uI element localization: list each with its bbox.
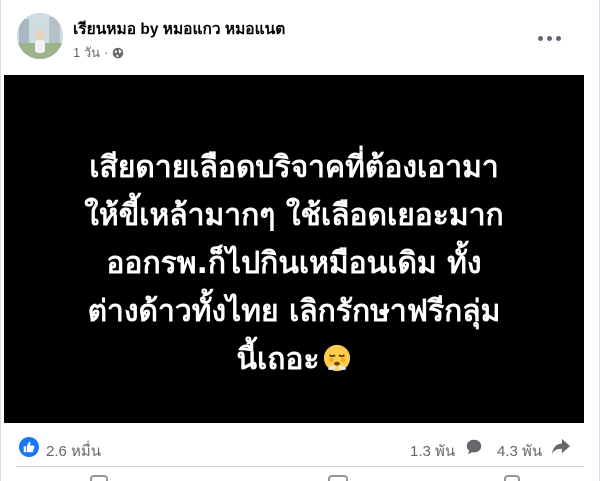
comment-button[interactable] xyxy=(210,467,390,481)
post-text-line-last: นี้เถอะ xyxy=(4,336,584,384)
like-icon[interactable] xyxy=(19,437,39,457)
post-text-line: เสียดายเลือดบริจาคที่ต้องเอามา xyxy=(89,150,499,185)
author-name[interactable]: เรียนหมอ by หมอแกว หมอแนต xyxy=(73,16,285,41)
share-count[interactable]: 4.3 พัน xyxy=(497,439,542,463)
share-button[interactable] xyxy=(400,467,580,481)
action-bar xyxy=(0,467,600,481)
share-button-icon xyxy=(504,475,520,481)
post-card: เรียนหมอ by หมอแกว หมอแนต 1 วัน · เสียดา… xyxy=(0,0,600,481)
post-text-line: ออกรพ.ก็ไปกินเหมือนเดิม ทั้ง xyxy=(106,246,482,281)
more-options-dot xyxy=(546,35,552,41)
post-header: เรียนหมอ by หมอแกว หมอแนต 1 วัน · xyxy=(0,0,600,74)
share-icon[interactable] xyxy=(551,438,571,456)
meta-separator: · xyxy=(104,45,109,60)
face-exhaling-emoji xyxy=(323,344,350,372)
post-text-line: ให้ขี้เหล้ามากๆ ใช้เลือดเยอะมาก xyxy=(84,198,504,233)
reaction-count[interactable]: 2.6 หมื่น xyxy=(46,439,101,463)
post-meta: 1 วัน · xyxy=(73,42,124,63)
post-stats: 2.6 หมื่น 1.3 พัน 4.3 พัน xyxy=(0,430,600,464)
post-text-line-end: นี้เถอะ xyxy=(236,342,320,377)
more-options-button[interactable] xyxy=(531,24,567,52)
post-text-background[interactable]: เสียดายเลือดบริจาคที่ต้องเอามา ให้ขี้เหล… xyxy=(4,75,584,423)
more-options-dot xyxy=(555,35,561,41)
like-button-icon xyxy=(90,475,108,481)
post-text-line: ต่างด้าวทั้งไทย เลิกรักษาฟรีกลุ่ม xyxy=(87,294,501,329)
comment-button-icon xyxy=(328,475,348,481)
post-text: เสียดายเลือดบริจาคที่ต้องเอามา ให้ขี้เหล… xyxy=(4,144,584,384)
post-time[interactable]: 1 วัน xyxy=(73,42,100,63)
avatar[interactable] xyxy=(17,13,63,59)
like-button[interactable] xyxy=(20,467,200,481)
more-options-icon xyxy=(537,35,543,41)
comment-count[interactable]: 1.3 พัน xyxy=(410,439,455,463)
comment-icon[interactable] xyxy=(465,438,483,456)
globe-icon[interactable] xyxy=(112,47,124,59)
